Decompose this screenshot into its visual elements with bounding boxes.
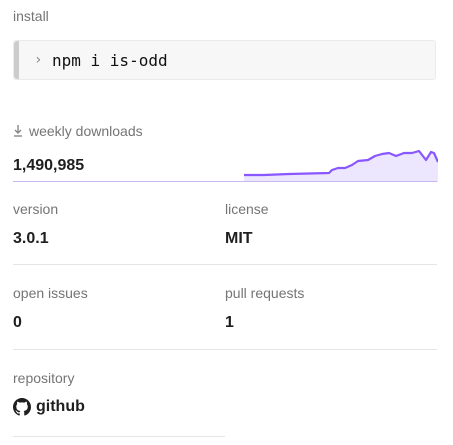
downloads-divider — [13, 181, 437, 182]
weekly-downloads-label: weekly downloads — [29, 123, 143, 139]
repository-label: repository — [13, 370, 75, 386]
github-icon — [13, 398, 31, 416]
pull-requests-value[interactable]: 1 — [225, 313, 234, 333]
section-divider — [13, 264, 437, 265]
open-issues-label: open issues — [13, 285, 88, 301]
pull-requests-label: pull requests — [225, 285, 305, 301]
open-issues-value[interactable]: 0 — [13, 313, 22, 333]
install-command-box[interactable]: › npm i is-odd — [13, 40, 436, 80]
install-label: install — [13, 8, 49, 24]
repository-value[interactable]: github — [36, 397, 85, 417]
section-divider — [13, 349, 437, 350]
weekly-downloads-count: 1,490,985 — [13, 157, 85, 174]
version-label: version — [13, 201, 59, 217]
sparkline-area — [244, 151, 438, 182]
prompt-chevron-icon: › — [34, 52, 43, 68]
license-label: license — [225, 201, 269, 217]
install-accent-bar — [14, 41, 19, 79]
download-icon — [14, 125, 22, 137]
package-sidebar: install › npm i is-odd weekly downloads … — [0, 0, 453, 445]
version-value: 3.0.1 — [13, 230, 49, 247]
install-command[interactable]: npm i is-odd — [52, 51, 168, 70]
license-value: MIT — [225, 230, 253, 247]
downloads-sparkline — [244, 149, 438, 182]
section-divider — [13, 436, 225, 437]
